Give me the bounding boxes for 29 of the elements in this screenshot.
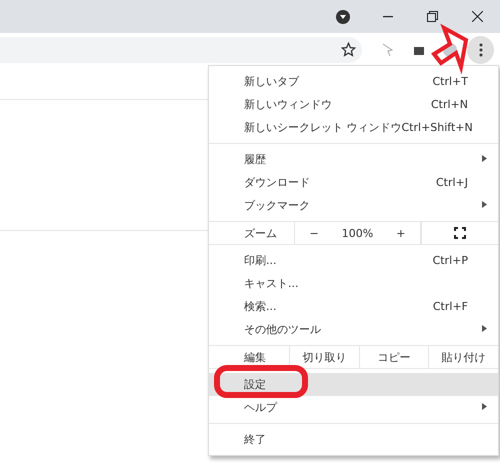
close-icon[interactable] bbox=[472, 11, 483, 22]
annotation-arrow bbox=[431, 24, 468, 75]
edit-action-button[interactable]: 貼り付け bbox=[428, 346, 498, 368]
fullscreen-icon[interactable] bbox=[454, 227, 466, 239]
menu-item[interactable]: 検索... Ctrl+F bbox=[209, 295, 498, 318]
zoom-label: ズーム bbox=[243, 226, 278, 242]
menu-item[interactable]: 設定 bbox=[209, 373, 498, 396]
minimize-icon[interactable] bbox=[382, 16, 392, 18]
menu-item[interactable]: ヘルプ bbox=[209, 396, 498, 419]
menu-item[interactable]: 終了 bbox=[209, 428, 498, 451]
menu-icon[interactable] bbox=[467, 36, 494, 64]
zoom-out-button[interactable]: − bbox=[304, 224, 325, 242]
menu-item[interactable]: 新しいウィンドウ Ctrl+N bbox=[209, 93, 498, 116]
menu-item[interactable]: 印刷... Ctrl+P bbox=[209, 249, 498, 272]
restore-icon[interactable] bbox=[427, 11, 438, 22]
profile-dropdown-icon[interactable] bbox=[334, 8, 350, 24]
zoom-value: 100% bbox=[342, 226, 374, 240]
edit-action-button[interactable]: 切り取り bbox=[289, 346, 359, 368]
zoom-in-button[interactable]: + bbox=[390, 224, 412, 242]
edit-label: 編集 bbox=[243, 350, 267, 366]
star-icon[interactable] bbox=[341, 42, 356, 57]
menu-item[interactable]: ダウンロード Ctrl+J bbox=[209, 171, 498, 194]
menu-item[interactable]: キャスト... bbox=[209, 272, 498, 295]
menu-item[interactable]: ブックマーク bbox=[209, 194, 498, 217]
edit-action-button[interactable]: コピー bbox=[358, 346, 428, 368]
menu-item[interactable]: 履歴 bbox=[209, 148, 498, 171]
menu-item[interactable]: その他のツール bbox=[209, 318, 498, 341]
menu-item[interactable]: 新しいシークレット ウィンドウCtrl+Shift+N bbox=[209, 116, 498, 139]
menu-item[interactable]: 新しいタブ Ctrl+T bbox=[209, 70, 498, 93]
